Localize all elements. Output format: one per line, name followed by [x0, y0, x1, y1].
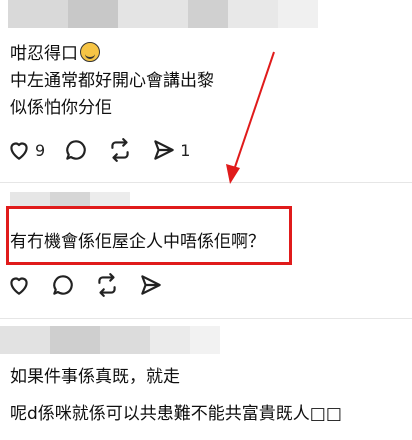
comment-button[interactable]: [50, 272, 76, 298]
post1-line1: 咁忍得口: [10, 42, 100, 65]
like-button[interactable]: [6, 272, 32, 298]
post1-line2: 中左通常都好開心會講出黎: [10, 71, 214, 91]
heart-icon: [10, 277, 28, 295]
repost-icon: [98, 273, 116, 297]
send-button[interactable]: 1: [151, 137, 190, 163]
post2-text: 有冇機會係佢屋企人中唔係佢啊？: [10, 232, 265, 252]
send-icon: [154, 140, 174, 160]
divider-1: [0, 182, 412, 183]
like-button[interactable]: 9: [6, 137, 45, 163]
repost-button[interactable]: [107, 137, 133, 163]
divider-2: [0, 318, 412, 319]
post1-line1-text: 咁忍得口: [10, 44, 78, 64]
heart-icon: [10, 142, 28, 160]
send-icon: [141, 275, 161, 295]
share-count: 1: [180, 140, 191, 160]
post1-line3: 似係怕你分佢: [10, 98, 112, 118]
like-count: 9: [35, 140, 46, 160]
blurred-username-top: [8, 0, 318, 28]
post3-line1: 如果件事係真既，就走: [10, 367, 180, 387]
post2-actions: [6, 272, 182, 298]
comment-icon: [66, 140, 86, 160]
laughing-emoji-icon: [80, 42, 100, 62]
repost-button[interactable]: [94, 272, 120, 298]
post1-actions: 9 1: [6, 137, 208, 163]
blurred-username-post3: [0, 326, 220, 354]
blurred-username-post2: [10, 192, 130, 206]
comment-icon: [53, 275, 73, 295]
post3-line2: 呢d係咪就係可以共患難不能共富貴既人□□: [10, 404, 342, 424]
repost-icon: [111, 138, 129, 162]
send-button[interactable]: [138, 272, 164, 298]
comment-button[interactable]: [63, 137, 89, 163]
